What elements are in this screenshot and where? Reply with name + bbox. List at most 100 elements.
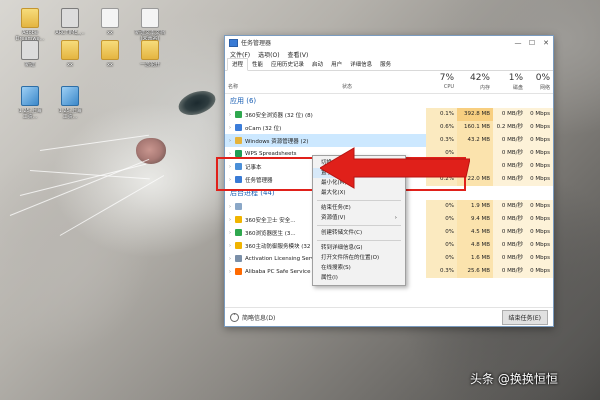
tab-users[interactable]: 用户 [327, 59, 346, 70]
process-row[interactable]: › 360安全浏览器 (32 位) (8) 0.1% 392.8 MB 0 MB/秒 0 … [225, 108, 553, 121]
desktop-icon[interactable]: 1.25·上海 工资... [48, 86, 92, 120]
menu-view[interactable]: 查看(V) [288, 50, 309, 59]
tab-processes[interactable]: 进程 [227, 58, 249, 71]
cpu-cell: 0.3% [426, 265, 457, 278]
network-label: 网络 [539, 85, 550, 91]
column-name[interactable]: 名称 [225, 71, 339, 93]
minimize-button[interactable]: — [511, 39, 525, 47]
group-apps: 应用 (6) [230, 97, 257, 105]
network-cell: 0 Mbps [526, 147, 553, 160]
process-row[interactable]: › oCam (32 位) 0.6% 160.1 MB 0.2 MB/秒 0 Mbps [225, 121, 553, 134]
desktop-icon[interactable]: 新建文本文档 (未命名) [128, 8, 172, 42]
cpu-total: 7% [439, 73, 454, 83]
footer-bar: ˄ 简略信息(D) 结束任务(E) [225, 307, 553, 326]
tab-services[interactable]: 服务 [376, 59, 395, 70]
desktop-icon[interactable]: 1.25·上海 工资... [8, 86, 52, 120]
doc-icon [141, 8, 159, 28]
disk-cell: 0.2 MB/秒 [493, 121, 526, 134]
process-name: 360浏览器医生 (3... [245, 230, 296, 237]
memory-cell: 1.6 MB [457, 252, 493, 265]
fewer-details-link[interactable]: ˄ 简略信息(D) [230, 312, 276, 322]
fewer-details-label: 简略信息(D) [242, 314, 276, 322]
disk-cell: 0 MB/秒 [493, 252, 526, 265]
folder-icon [21, 8, 39, 28]
network-cell: 0 Mbps [526, 226, 553, 239]
memory-label: 内存 [479, 85, 490, 91]
network-cell: 0 Mbps [526, 265, 553, 278]
menu-separator [317, 225, 401, 226]
network-cell: 0 Mbps [526, 213, 553, 226]
desktop-icon[interactable]: xx [88, 40, 132, 68]
desktop-icon-label: xx [107, 62, 113, 68]
folder-icon [141, 40, 159, 60]
column-cpu[interactable]: 7% CPU [426, 71, 457, 93]
tab-details[interactable]: 详细信息 [346, 59, 376, 70]
context-menu-item[interactable]: 结束任务(E) [313, 203, 405, 213]
cpu-cell: 0.1% [426, 108, 457, 121]
column-memory[interactable]: 42% 内存 [457, 71, 493, 93]
process-name: 360安全卫士 安全... [245, 217, 296, 224]
context-menu-item[interactable]: 创建转储文件(C) [313, 228, 405, 238]
process-name: Activation Licensing Service [245, 255, 323, 262]
context-menu-item[interactable]: 属性(I) [313, 273, 405, 283]
process-icon [235, 216, 242, 223]
context-menu-item[interactable]: 打开文件所在的位置(O) [313, 253, 405, 263]
network-cell: 0 Mbps [526, 252, 553, 265]
annotation-arrow [320, 147, 470, 189]
cpu-label: CPU [443, 84, 454, 90]
desktop-icon[interactable]: Adobe Dreamwe... [8, 8, 52, 42]
tab-strip: 进程 性能 应用历史记录 启动 用户 详细信息 服务 [225, 58, 553, 71]
whisker [59, 175, 165, 236]
memory-cell: 160.1 MB [457, 121, 493, 134]
tab-startup[interactable]: 启动 [308, 59, 327, 70]
process-icon [235, 268, 242, 275]
tab-app-history[interactable]: 应用历史记录 [267, 59, 308, 70]
process-icon [235, 203, 242, 210]
desktop-icon[interactable]: xx [48, 40, 92, 68]
title-bar[interactable]: 任务管理器 — ☐ ✕ [225, 36, 553, 49]
tile-icon [61, 86, 79, 106]
desktop-icon[interactable]: 新建 [8, 40, 52, 68]
context-menu-item[interactable]: 在线搜索(S) [313, 263, 405, 273]
disk-cell: 0 MB/秒 [493, 173, 526, 186]
process-icon [235, 137, 242, 144]
context-menu-item[interactable]: 资源值(V) [313, 213, 405, 223]
memory-total: 42% [469, 73, 490, 83]
exe-icon [61, 8, 79, 28]
menu-options[interactable]: 选项(O) [258, 50, 279, 59]
column-status[interactable]: 状态 [339, 71, 426, 93]
maximize-button[interactable]: ☐ [525, 39, 539, 47]
disk-total: 1% [508, 73, 523, 83]
process-icon [235, 255, 242, 262]
task-manager-app-icon [229, 38, 238, 47]
column-disk[interactable]: 1% 磁盘 [493, 71, 526, 93]
process-name: WPS Spreadsheets [245, 150, 297, 157]
annotation-arrow-shape [320, 147, 470, 189]
desktop-icon[interactable]: ARCTIME_... [48, 8, 92, 36]
desktop-icon[interactable]: xx [88, 8, 132, 36]
desktop-icon-label: xx [107, 30, 113, 36]
desktop-icon[interactable]: 一念花开 [128, 40, 172, 68]
process-icon [235, 124, 242, 131]
window-title: 任务管理器 [241, 40, 272, 47]
close-button[interactable]: ✕ [539, 39, 553, 47]
disk-cell: 0 MB/秒 [493, 213, 526, 226]
disk-cell: 0 MB/秒 [493, 226, 526, 239]
memory-cell: 9.4 MB [457, 213, 493, 226]
disk-cell: 0 MB/秒 [493, 239, 526, 252]
tab-performance[interactable]: 性能 [248, 59, 267, 70]
column-network[interactable]: 0% 网络 [526, 71, 553, 93]
desktop-icon-label: xx [67, 62, 73, 68]
cpu-cell: 0% [426, 213, 457, 226]
process-icon [235, 111, 242, 118]
network-cell: 0 Mbps [526, 160, 553, 173]
end-task-button[interactable]: 结束任务(E) [501, 309, 548, 325]
memory-cell: 1.9 MB [457, 200, 493, 213]
context-menu-item[interactable]: 转到详细信息(G) [313, 243, 405, 253]
cpu-cell: 0% [426, 239, 457, 252]
network-cell: 0 Mbps [526, 134, 553, 147]
process-icon [235, 150, 242, 157]
doc-icon [101, 8, 119, 28]
disk-cell: 0 MB/秒 [493, 200, 526, 213]
watermark: 头条 @换换恒恒 [470, 372, 558, 386]
